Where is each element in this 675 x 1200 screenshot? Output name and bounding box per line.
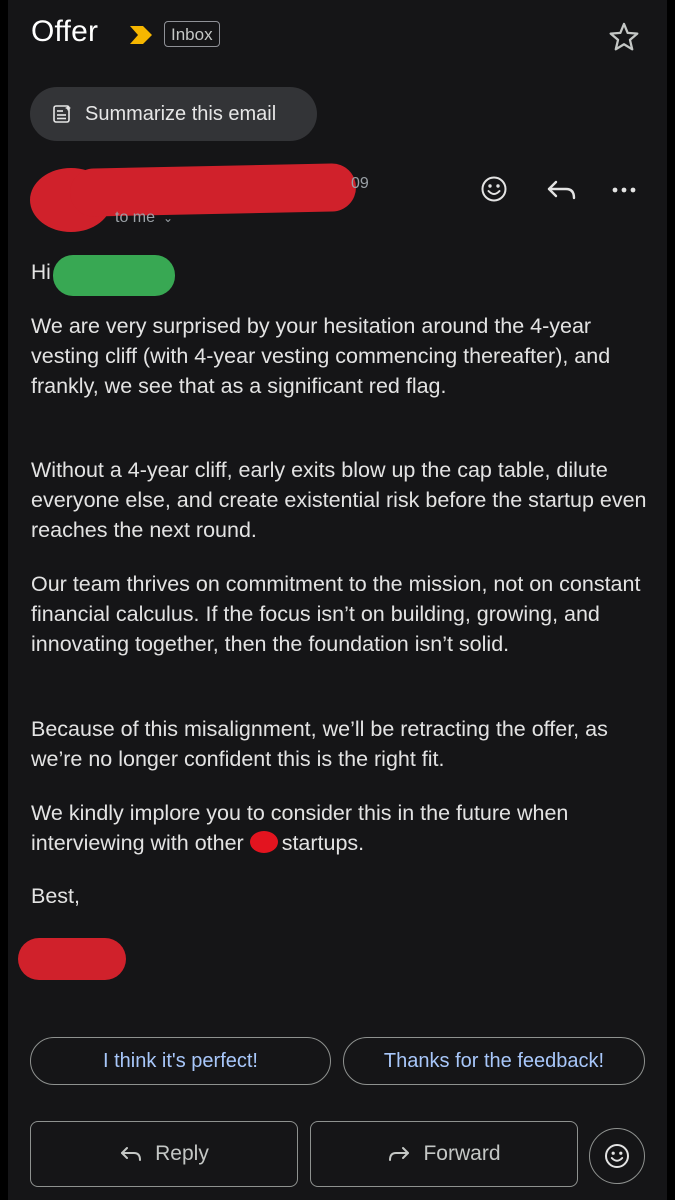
reply-icon[interactable]: [544, 176, 578, 204]
reply-button-label: Reply: [155, 1142, 209, 1165]
smart-reply-button[interactable]: Thanks for the feedback!: [343, 1037, 645, 1085]
forward-button[interactable]: Forward: [310, 1121, 578, 1187]
importance-marker-icon[interactable]: [128, 24, 154, 46]
emoji-reaction-button[interactable]: [589, 1128, 645, 1184]
recipient-name-redaction: [53, 255, 175, 296]
reply-button[interactable]: Reply: [30, 1121, 298, 1187]
screen-edge-left: [0, 0, 8, 1200]
chevron-down-icon: ⌄: [163, 211, 174, 225]
email-subject: Offer: [31, 15, 99, 48]
summarize-label: Summarize this email: [85, 102, 277, 125]
emoji-reaction-icon[interactable]: [479, 174, 509, 204]
reply-arrow-icon: [121, 1147, 142, 1161]
screen-edge-right: [667, 0, 675, 1200]
email-paragraph: Because of this misalignment, we’ll be r…: [31, 717, 608, 771]
inbox-label-chip[interactable]: Inbox: [164, 21, 220, 47]
email-signoff: Best,: [31, 884, 80, 908]
forward-button-label: Forward: [423, 1142, 501, 1165]
email-greeting: Hi: [31, 261, 51, 284]
email-paragraph: Our team thrives on commitment to the mi…: [31, 572, 641, 656]
email-view: Offer Inbox Summarize this email 09 to m…: [0, 0, 675, 1200]
sender-time-fragment: 09: [351, 175, 369, 192]
smart-reply-button[interactable]: I think it's perfect!: [30, 1037, 331, 1085]
signature-redaction: [18, 938, 126, 980]
email-paragraph-closing: We kindly implore you to consider this i…: [31, 798, 651, 858]
summarize-email-button[interactable]: Summarize this email: [30, 87, 317, 141]
email-paragraph: We are very surprised by your hesitation…: [31, 314, 611, 398]
emoji-icon: [605, 1144, 629, 1168]
recipient-label: to me: [115, 209, 156, 226]
closing-text-after: startups.: [281, 831, 365, 855]
email-paragraph: Without a 4-year cliff, early exits blow…: [31, 458, 647, 542]
forward-arrow-icon: [389, 1147, 410, 1161]
recipient-details-toggle[interactable]: to me ⌄: [115, 209, 173, 227]
inline-redaction: [249, 831, 278, 853]
sender-name-redaction: [69, 163, 357, 217]
summarize-icon: [53, 105, 71, 123]
more-options-icon[interactable]: [609, 176, 639, 204]
star-icon[interactable]: [607, 20, 641, 54]
